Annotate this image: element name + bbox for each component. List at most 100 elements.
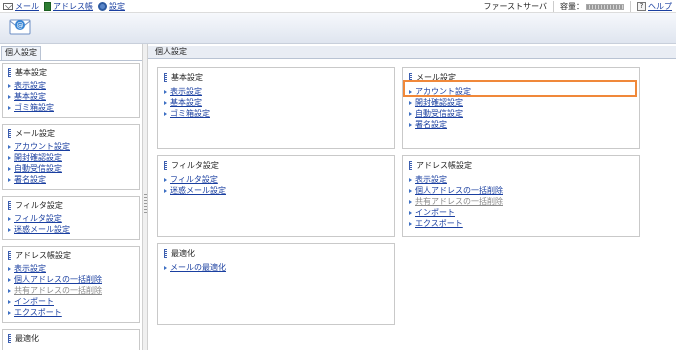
main-box-link-row[interactable]: 自動受信設定 [409, 108, 635, 119]
main-box-link[interactable]: フィルタ設定 [170, 174, 218, 185]
main-box-title: フィルタ設定 [171, 161, 219, 170]
main-box-link-row[interactable]: 迷惑メール設定 [164, 185, 390, 196]
main-box-link[interactable]: 開封確認設定 [415, 97, 463, 108]
left-section-link-row[interactable]: 表示設定 [8, 80, 136, 91]
left-section-link-row[interactable]: アカウント設定 [8, 141, 136, 152]
help-link[interactable]: ヘルプ [648, 1, 672, 12]
main-box-link[interactable]: メールの最適化 [170, 262, 226, 273]
left-section-link-row[interactable]: 表示設定 [8, 263, 136, 274]
main-box-filter-settings: フィルタ設定 フィルタ設定 迷惑メール設定 [157, 155, 395, 237]
main-box-link-row[interactable]: 個人アドレスの一括削除 [409, 185, 635, 196]
main-box-link-row[interactable]: 開封確認設定 [409, 97, 635, 108]
main-box-link-row[interactable]: メールの最適化 [164, 262, 390, 273]
left-section: フィルタ設定 フィルタ設定 迷惑メール設定 [2, 196, 140, 240]
divider [553, 1, 554, 12]
left-section-link[interactable]: 表示設定 [14, 263, 46, 274]
left-section-link[interactable]: アカウント設定 [14, 141, 70, 152]
left-section-heading: フィルタ設定 [8, 200, 136, 211]
left-section-link-row[interactable]: エクスポート [8, 307, 136, 318]
arrow-bullet-icon [164, 177, 167, 182]
nav-mail[interactable]: メール [3, 1, 39, 12]
left-section-link-row[interactable]: 個人アドレスの一括削除 [8, 274, 136, 285]
main-box-title: 最適化 [171, 249, 195, 258]
main-box-link-row[interactable]: フィルタ設定 [164, 174, 390, 185]
tab-personal-settings[interactable]: 個人設定 [1, 46, 41, 60]
arrow-bullet-icon [409, 100, 412, 105]
gear-icon [98, 2, 107, 11]
main-box-basic-settings: 基本設定 表示設定 基本設定 ゴミ箱設定 [157, 67, 395, 149]
main-box-link-row[interactable]: 共有アドレスの一括削除 [409, 196, 635, 207]
main-box-link[interactable]: 署名設定 [415, 119, 447, 130]
left-section-link[interactable]: 表示設定 [14, 80, 46, 91]
left-section-link-row[interactable]: 共有アドレスの一括削除 [8, 285, 136, 296]
arrow-bullet-icon [8, 266, 11, 271]
left-section: 最適化 [2, 329, 140, 350]
main-box-link-row[interactable]: 表示設定 [164, 86, 390, 97]
main-box-link[interactable]: 表示設定 [170, 86, 202, 97]
left-settings-list: 基本設定 表示設定 基本設定 ゴミ箱設定メール設定 アカウント設定 開封確認設定 自動受信設… [2, 63, 140, 350]
left-section-link-row[interactable]: 開封確認設定 [8, 152, 136, 163]
left-section-link[interactable]: フィルタ設定 [14, 213, 62, 224]
left-section-link[interactable]: 共有アドレスの一括削除 [14, 285, 102, 296]
main-box-link[interactable]: エクスポート [415, 218, 463, 229]
left-section-link-row[interactable]: 署名設定 [8, 174, 136, 185]
arrow-bullet-icon [164, 111, 167, 116]
left-section-link[interactable]: インポート [14, 296, 54, 307]
arrow-bullet-icon [8, 310, 11, 315]
help-icon[interactable]: ? [637, 2, 646, 11]
left-section-link[interactable]: 迷惑メール設定 [14, 224, 70, 235]
left-section-link-row[interactable]: インポート [8, 296, 136, 307]
top-navigation-bar: メール アドレス帳 設定 ファーストサーバ 容量： ? ヘルプ [0, 0, 676, 13]
main-box-link[interactable]: 自動受信設定 [415, 108, 463, 119]
arrow-bullet-icon [409, 177, 412, 182]
main-box-link[interactable]: 迷惑メール設定 [170, 185, 226, 196]
main-box-heading: 最適化 [164, 248, 390, 259]
left-section: メール設定 アカウント設定 開封確認設定 自動受信設定 署名設定 [2, 124, 140, 190]
main-box-link[interactable]: 個人アドレスの一括削除 [415, 185, 503, 196]
mail-app-icon[interactable]: @ [9, 18, 31, 36]
address-book-link[interactable]: アドレス帳 [53, 1, 93, 12]
main-box-title: 基本設定 [171, 73, 203, 82]
main-box-link[interactable]: 共有アドレスの一括削除 [415, 196, 503, 207]
left-section-link[interactable]: 開封確認設定 [14, 152, 62, 163]
left-section-link-row[interactable]: フィルタ設定 [8, 213, 136, 224]
nav-address-book[interactable]: アドレス帳 [44, 1, 93, 12]
left-section-link[interactable]: 基本設定 [14, 91, 46, 102]
main-box-link[interactable]: 表示設定 [415, 174, 447, 185]
main-box-link-row[interactable]: ゴミ箱設定 [164, 108, 390, 119]
mail-link[interactable]: メール [15, 1, 39, 12]
left-section-link[interactable]: 自動受信設定 [14, 163, 62, 174]
main-box-link-row[interactable]: 基本設定 [164, 97, 390, 108]
drag-handle-icon [164, 249, 167, 258]
nav-settings[interactable]: 設定 [98, 1, 125, 12]
arrow-bullet-icon [8, 299, 11, 304]
left-section-link[interactable]: ゴミ箱設定 [14, 102, 54, 113]
main-box-link[interactable]: ゴミ箱設定 [170, 108, 210, 119]
left-section-link-row[interactable]: 基本設定 [8, 91, 136, 102]
left-section-link[interactable]: エクスポート [14, 307, 62, 318]
left-section-link[interactable]: 個人アドレスの一括削除 [14, 274, 102, 285]
splitter-grip[interactable] [144, 194, 147, 214]
left-section-link-row[interactable]: 自動受信設定 [8, 163, 136, 174]
main-box-optimization: 最適化メールの最適化 [157, 243, 395, 325]
main-box-link-row[interactable]: エクスポート [409, 218, 635, 229]
left-section-link[interactable]: 署名設定 [14, 174, 46, 185]
main-box-title: アドレス帳設定 [416, 161, 472, 170]
arrow-bullet-icon [8, 288, 11, 293]
arrow-bullet-icon [8, 83, 11, 88]
main-header: 個人設定 [148, 46, 676, 59]
arrow-bullet-icon [8, 144, 11, 149]
selection-highlight [403, 80, 637, 97]
main-box-link-row[interactable]: 表示設定 [409, 174, 635, 185]
arrow-bullet-icon [164, 100, 167, 105]
left-section: 基本設定 表示設定 基本設定 ゴミ箱設定 [2, 63, 140, 118]
settings-link[interactable]: 設定 [109, 1, 125, 12]
left-section-link-row[interactable]: ゴミ箱設定 [8, 102, 136, 113]
arrow-bullet-icon [8, 155, 11, 160]
main-box-link[interactable]: 基本設定 [170, 97, 202, 108]
main-box-link[interactable]: インポート [415, 207, 455, 218]
main-box-link-row[interactable]: インポート [409, 207, 635, 218]
left-section-link-row[interactable]: 迷惑メール設定 [8, 224, 136, 235]
main-box-link-row[interactable]: 署名設定 [409, 119, 635, 130]
arrow-bullet-icon [164, 188, 167, 193]
